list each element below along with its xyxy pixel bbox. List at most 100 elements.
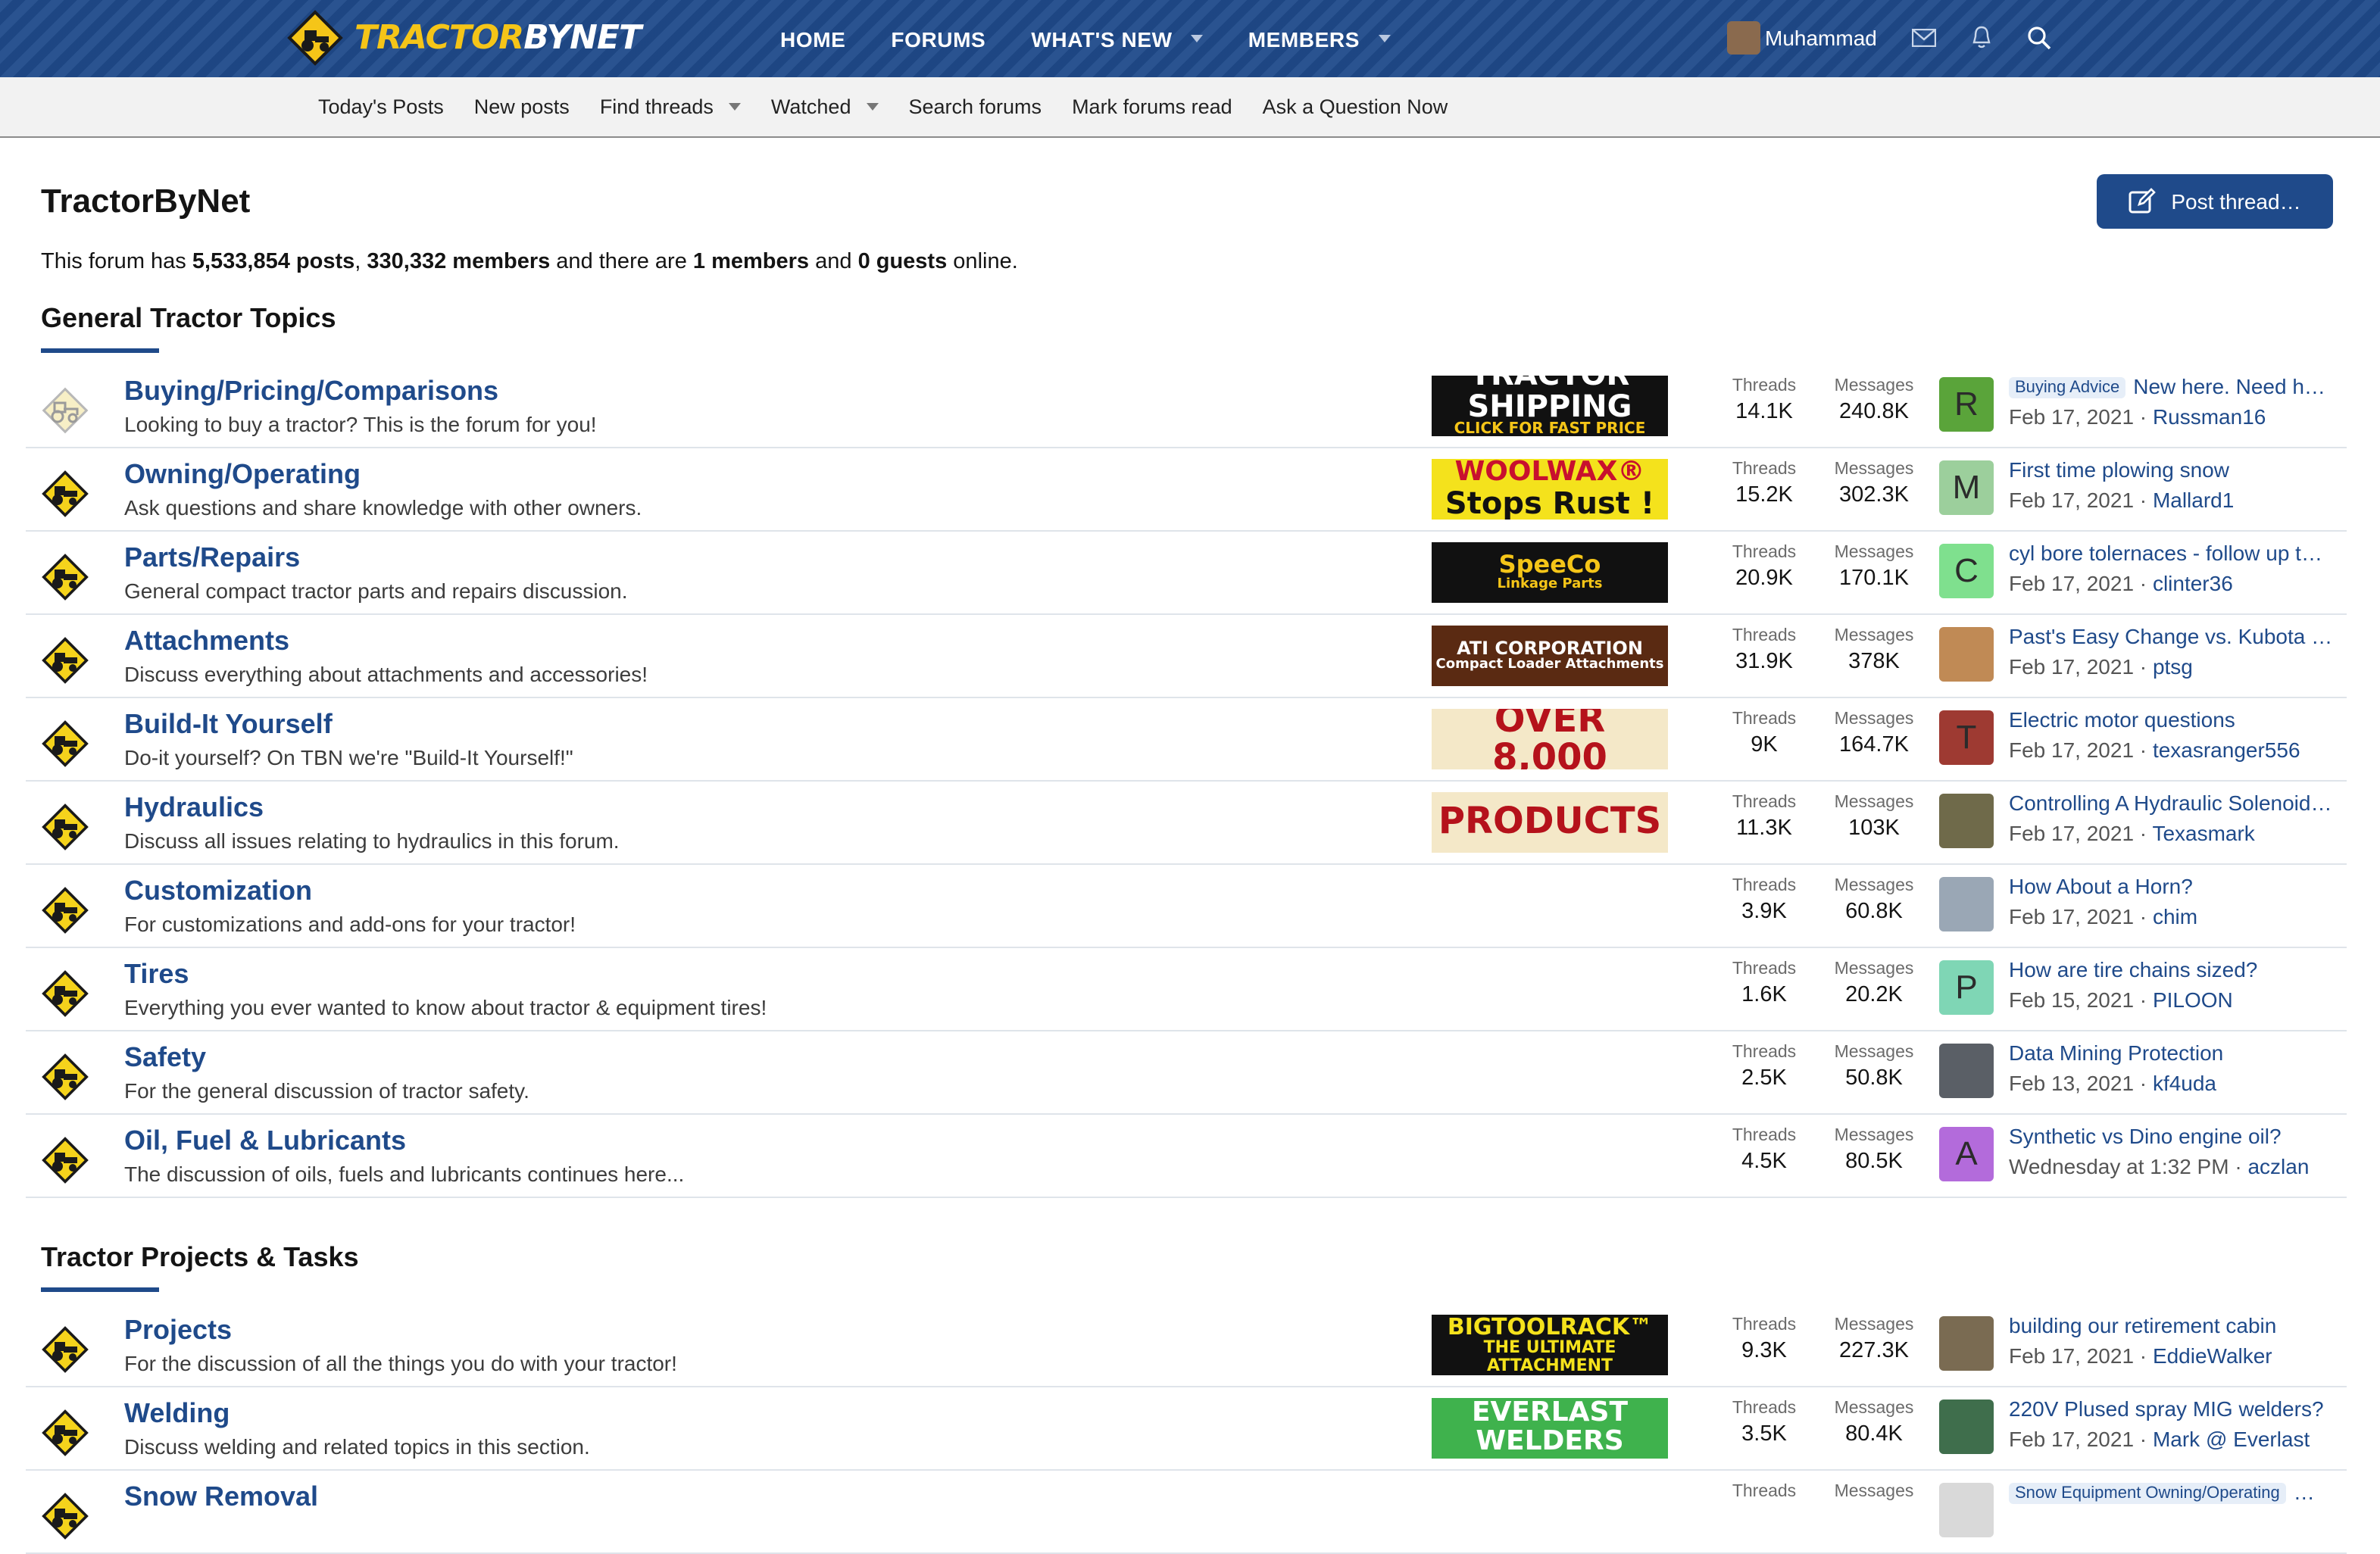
forum-title[interactable]: Oil, Fuel & Lubricants xyxy=(124,1125,406,1157)
forum-row[interactable]: Build-It Yourself Do-it yourself? On TBN … xyxy=(26,698,2347,782)
last-post-title[interactable]: How are tire chains sized? xyxy=(2009,957,2335,981)
subnav-today-s-posts[interactable]: Today's Posts xyxy=(303,95,459,118)
user-menu[interactable]: Muhammad xyxy=(1727,21,1877,55)
forum-row[interactable]: Hydraulics Discuss all issues relating to… xyxy=(26,782,2347,865)
last-post-title[interactable]: 220V Plused spray MIG welders? xyxy=(2009,1396,2335,1421)
last-poster-avatar[interactable]: M xyxy=(1939,460,1994,515)
category-title[interactable]: Tractor Projects & Tasks xyxy=(41,1242,359,1274)
forum-title[interactable]: Buying/Pricing/Comparisons xyxy=(124,376,498,407)
nav-members[interactable]: MEMBERS xyxy=(1233,27,1405,51)
forum-row[interactable]: Customization For customizations and add-… xyxy=(26,865,2347,948)
subnav-search-forums[interactable]: Search forums xyxy=(893,95,1057,118)
forum-title[interactable]: Parts/Repairs xyxy=(124,542,300,574)
last-poster-avatar[interactable] xyxy=(1939,1400,1994,1454)
last-post-user[interactable]: Mark @ Everlast xyxy=(2153,1427,2310,1451)
subnav-new-posts[interactable]: New posts xyxy=(459,95,585,118)
nav-forums[interactable]: FORUMS xyxy=(876,27,1001,51)
last-post-title[interactable]: building our retirement cabin xyxy=(2009,1313,2335,1337)
last-post-user[interactable]: Texasmark xyxy=(2152,821,2254,845)
subnav-mark-forums-read[interactable]: Mark forums read xyxy=(1057,95,1248,118)
last-post-user[interactable]: kf4uda xyxy=(2153,1071,2216,1095)
forum-title[interactable]: Snow Removal xyxy=(124,1481,318,1513)
last-post-title[interactable]: Snow Equipment Owning/Operating… xyxy=(2009,1480,2335,1504)
last-post-title[interactable]: How About a Horn? xyxy=(2009,874,2335,898)
last-poster-avatar[interactable] xyxy=(1939,877,1994,931)
last-post-title[interactable]: Buying Advice New here. Need h… xyxy=(2009,374,2335,398)
everlast-welders-ad[interactable]: EVERLAST WELDERS xyxy=(1432,1398,1668,1459)
chevron-down-icon[interactable] xyxy=(866,103,879,111)
post-thread-button[interactable]: Post thread… xyxy=(2097,174,2333,229)
last-poster-avatar[interactable]: T xyxy=(1939,710,1994,765)
last-poster-avatar[interactable]: R xyxy=(1939,377,1994,432)
last-post-title[interactable]: Controlling A Hydraulic Solenoid… xyxy=(2009,791,2335,815)
nav-label: WHAT'S NEW xyxy=(1031,27,1173,51)
last-post-user[interactable]: chim xyxy=(2153,904,2197,928)
forum-row[interactable]: Safety For the general discussion of trac… xyxy=(26,1031,2347,1115)
subnav-find-threads[interactable]: Find threads xyxy=(585,95,756,118)
forum-row[interactable]: Projects For the discussion of all the th… xyxy=(26,1304,2347,1387)
last-post-title[interactable]: Data Mining Protection xyxy=(2009,1041,2335,1065)
last-poster-avatar[interactable] xyxy=(1939,1316,1994,1371)
last-post-user[interactable]: Russman16 xyxy=(2153,404,2266,429)
last-post-user[interactable]: clinter36 xyxy=(2153,571,2233,595)
last-poster-avatar[interactable]: A xyxy=(1939,1127,1994,1181)
chevron-down-icon[interactable] xyxy=(1378,35,1391,42)
last-post-user[interactable]: Mallard1 xyxy=(2153,488,2234,512)
forum-title[interactable]: Projects xyxy=(124,1315,232,1346)
last-post-user[interactable]: EddieWalker xyxy=(2153,1343,2272,1368)
nav-home[interactable]: HOME xyxy=(765,27,860,51)
bigtoolrack-ad[interactable]: BIGTOOLRACK™ THE ULTIMATE ATTACHMENT xyxy=(1432,1315,1668,1375)
last-post-title[interactable]: Past's Easy Change vs. Kubota … xyxy=(2009,624,2335,648)
last-post-user[interactable]: ptsg xyxy=(2153,654,2193,679)
forum-row[interactable]: Welding Discuss welding and related topic… xyxy=(26,1387,2347,1471)
forum-title[interactable]: Safety xyxy=(124,1042,206,1074)
last-poster-avatar[interactable] xyxy=(1939,1044,1994,1098)
bell-icon[interactable] xyxy=(1966,23,1997,53)
subnav-ask-a-question-now[interactable]: Ask a Question Now xyxy=(1248,95,1463,118)
over-8000-ad[interactable]: OVER 8,000 xyxy=(1432,709,1668,769)
forum-title[interactable]: Customization xyxy=(124,875,312,907)
speeco-ad[interactable]: SpeeCo Linkage Parts xyxy=(1432,542,1668,603)
thread-prefix-badge[interactable]: Snow Equipment Owning/Operating xyxy=(2009,1483,2286,1504)
last-poster-avatar[interactable]: P xyxy=(1939,960,1994,1015)
subnav-watched[interactable]: Watched xyxy=(756,95,894,118)
subnav-label: Mark forums read xyxy=(1072,95,1232,118)
forum-row[interactable]: Oil, Fuel & Lubricants The discussion of … xyxy=(26,1115,2347,1198)
woolwax-ad[interactable]: WOOLWAX® Stops Rust ! xyxy=(1432,459,1668,520)
category-title[interactable]: General Tractor Topics xyxy=(41,303,336,335)
threads-count: 3.5K xyxy=(1741,1422,1787,1446)
last-poster-avatar[interactable] xyxy=(1939,627,1994,682)
forum-title[interactable]: Hydraulics xyxy=(124,792,264,824)
chevron-down-icon[interactable] xyxy=(1190,35,1203,42)
last-poster-avatar[interactable]: C xyxy=(1939,544,1994,598)
last-post-title[interactable]: Electric motor questions xyxy=(2009,707,2335,732)
forum-row[interactable]: Owning/Operating Ask questions and share … xyxy=(26,448,2347,532)
tractor-shipping-ad[interactable]: TRACTOR SHIPPINGCLICK FOR FAST PRICE QUO… xyxy=(1432,376,1668,436)
thread-prefix-badge[interactable]: Buying Advice xyxy=(2009,377,2126,398)
last-post-title[interactable]: Synthetic vs Dino engine oil? xyxy=(2009,1124,2335,1148)
last-poster-avatar[interactable] xyxy=(1939,1483,1994,1537)
forum-row[interactable]: Buying/Pricing/Comparisons Looking to buy… xyxy=(26,365,2347,448)
forum-row[interactable]: Parts/Repairs General compact tractor par… xyxy=(26,532,2347,615)
mail-icon[interactable] xyxy=(1909,23,1939,53)
ati-corporation-ad[interactable]: ATI CORPORATION Compact Loader Attachment… xyxy=(1432,626,1668,686)
last-poster-avatar[interactable] xyxy=(1939,794,1994,848)
forum-title[interactable]: Build-It Yourself xyxy=(124,709,333,741)
forum-title[interactable]: Welding xyxy=(124,1398,230,1430)
last-post-user[interactable]: aczlan xyxy=(2247,1154,2309,1178)
forum-title[interactable]: Owning/Operating xyxy=(124,459,361,491)
chevron-down-icon[interactable] xyxy=(728,103,741,111)
nav-what-s-new[interactable]: WHAT'S NEW xyxy=(1016,27,1217,51)
site-logo[interactable]: TRACTORBYNET xyxy=(285,9,642,67)
forum-title[interactable]: Tires xyxy=(124,959,189,991)
last-post-title[interactable]: cyl bore tolernaces - follow up t… xyxy=(2009,541,2335,565)
last-post-user[interactable]: texasranger556 xyxy=(2153,738,2300,762)
forum-row[interactable]: Snow Removal Threads Messages Snow Equipmen… xyxy=(26,1471,2347,1554)
last-post-title[interactable]: First time plowing snow xyxy=(2009,457,2335,482)
forum-title[interactable]: Attachments xyxy=(124,626,289,657)
products-ad[interactable]: PRODUCTS xyxy=(1432,792,1668,853)
search-icon[interactable] xyxy=(2024,23,2054,53)
forum-row[interactable]: Tires Everything you ever wanted to know … xyxy=(26,948,2347,1031)
last-post-user[interactable]: PILOON xyxy=(2153,988,2233,1012)
forum-row[interactable]: Attachments Discuss everything about atta… xyxy=(26,615,2347,698)
